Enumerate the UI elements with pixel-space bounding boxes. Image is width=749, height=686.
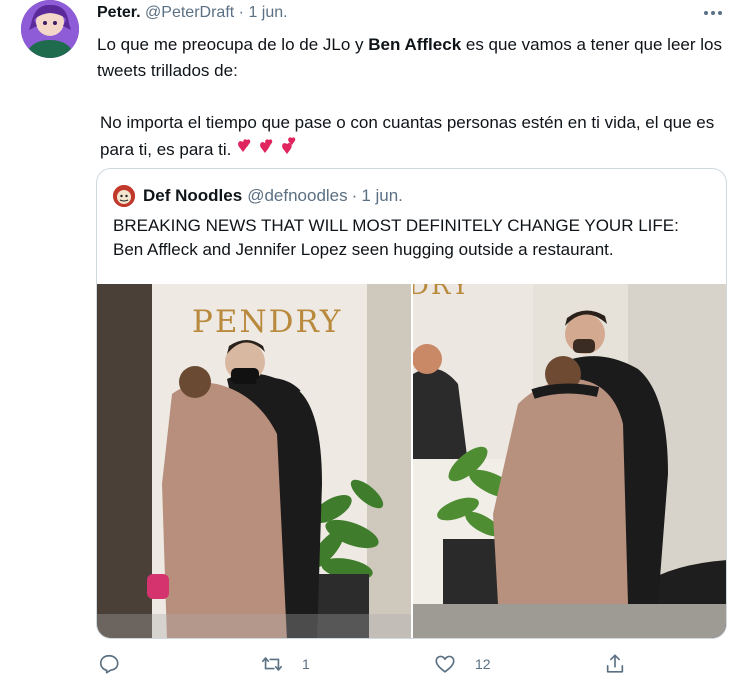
tweet-header: Peter. @PeterDraft · 1 jun. bbox=[97, 4, 288, 22]
author-avatar[interactable] bbox=[21, 0, 79, 58]
pendry-sign-left: PENDRY bbox=[192, 304, 342, 340]
reply-icon bbox=[99, 654, 119, 674]
avatar-illustration bbox=[21, 0, 79, 58]
tweet-paragraph-2: No importa el tiempo que pase o con cuan… bbox=[97, 110, 727, 166]
noodles-avatar-icon bbox=[113, 185, 135, 207]
retweet-count: 1 bbox=[302, 656, 310, 672]
author-name[interactable]: Peter. bbox=[97, 4, 141, 21]
tweet-date[interactable]: 1 jun. bbox=[248, 4, 287, 21]
quoted-author-avatar[interactable] bbox=[113, 185, 135, 207]
like-count: 12 bbox=[475, 656, 491, 672]
retweet-icon bbox=[262, 657, 282, 671]
photo-left[interactable]: PENDRY bbox=[97, 284, 411, 638]
quoted-tweet-photos: PENDRY DRY bbox=[97, 284, 726, 638]
tweet-text-bold: Ben Affleck bbox=[368, 35, 462, 54]
photo-right[interactable]: DRY bbox=[413, 284, 726, 638]
quoted-tweet-date[interactable]: 1 jun. bbox=[361, 186, 403, 206]
hearts-emoji bbox=[235, 136, 301, 166]
like-button[interactable]: 12 bbox=[434, 653, 491, 675]
quoted-tweet-text: BREAKING NEWS THAT WILL MOST DEFINITELY … bbox=[113, 216, 679, 259]
pendry-sign-right: DRY bbox=[413, 284, 471, 301]
quoted-tweet-header: Def Noodles @defnoodles · 1 jun. bbox=[113, 185, 403, 207]
quoted-tweet[interactable]: Def Noodles @defnoodles · 1 jun. BREAKIN… bbox=[96, 168, 727, 639]
like-icon bbox=[435, 655, 455, 673]
share-icon bbox=[606, 654, 624, 673]
tweet-text-para2: No importa el tiempo que pase o con cuan… bbox=[100, 113, 715, 159]
quoted-author-handle[interactable]: @defnoodles bbox=[247, 186, 347, 206]
author-handle[interactable]: @PeterDraft bbox=[145, 4, 234, 21]
tweet-actions: 1 12 bbox=[96, 653, 656, 681]
quoted-author-name[interactable]: Def Noodles bbox=[143, 186, 242, 206]
tweet-text: Lo que me preocupa de lo de JLo y Ben Af… bbox=[97, 32, 727, 166]
reply-button[interactable] bbox=[98, 653, 139, 675]
header-separator: · bbox=[238, 4, 244, 21]
tweet-text-part1: Lo que me preocupa de lo de JLo y bbox=[97, 35, 369, 54]
retweet-button[interactable]: 1 bbox=[261, 653, 310, 675]
quoted-header-separator: · bbox=[351, 186, 358, 205]
more-icon[interactable] bbox=[702, 4, 724, 22]
tweet-paragraph-1: Lo que me preocupa de lo de JLo y Ben Af… bbox=[97, 32, 727, 84]
share-button[interactable] bbox=[604, 653, 626, 675]
